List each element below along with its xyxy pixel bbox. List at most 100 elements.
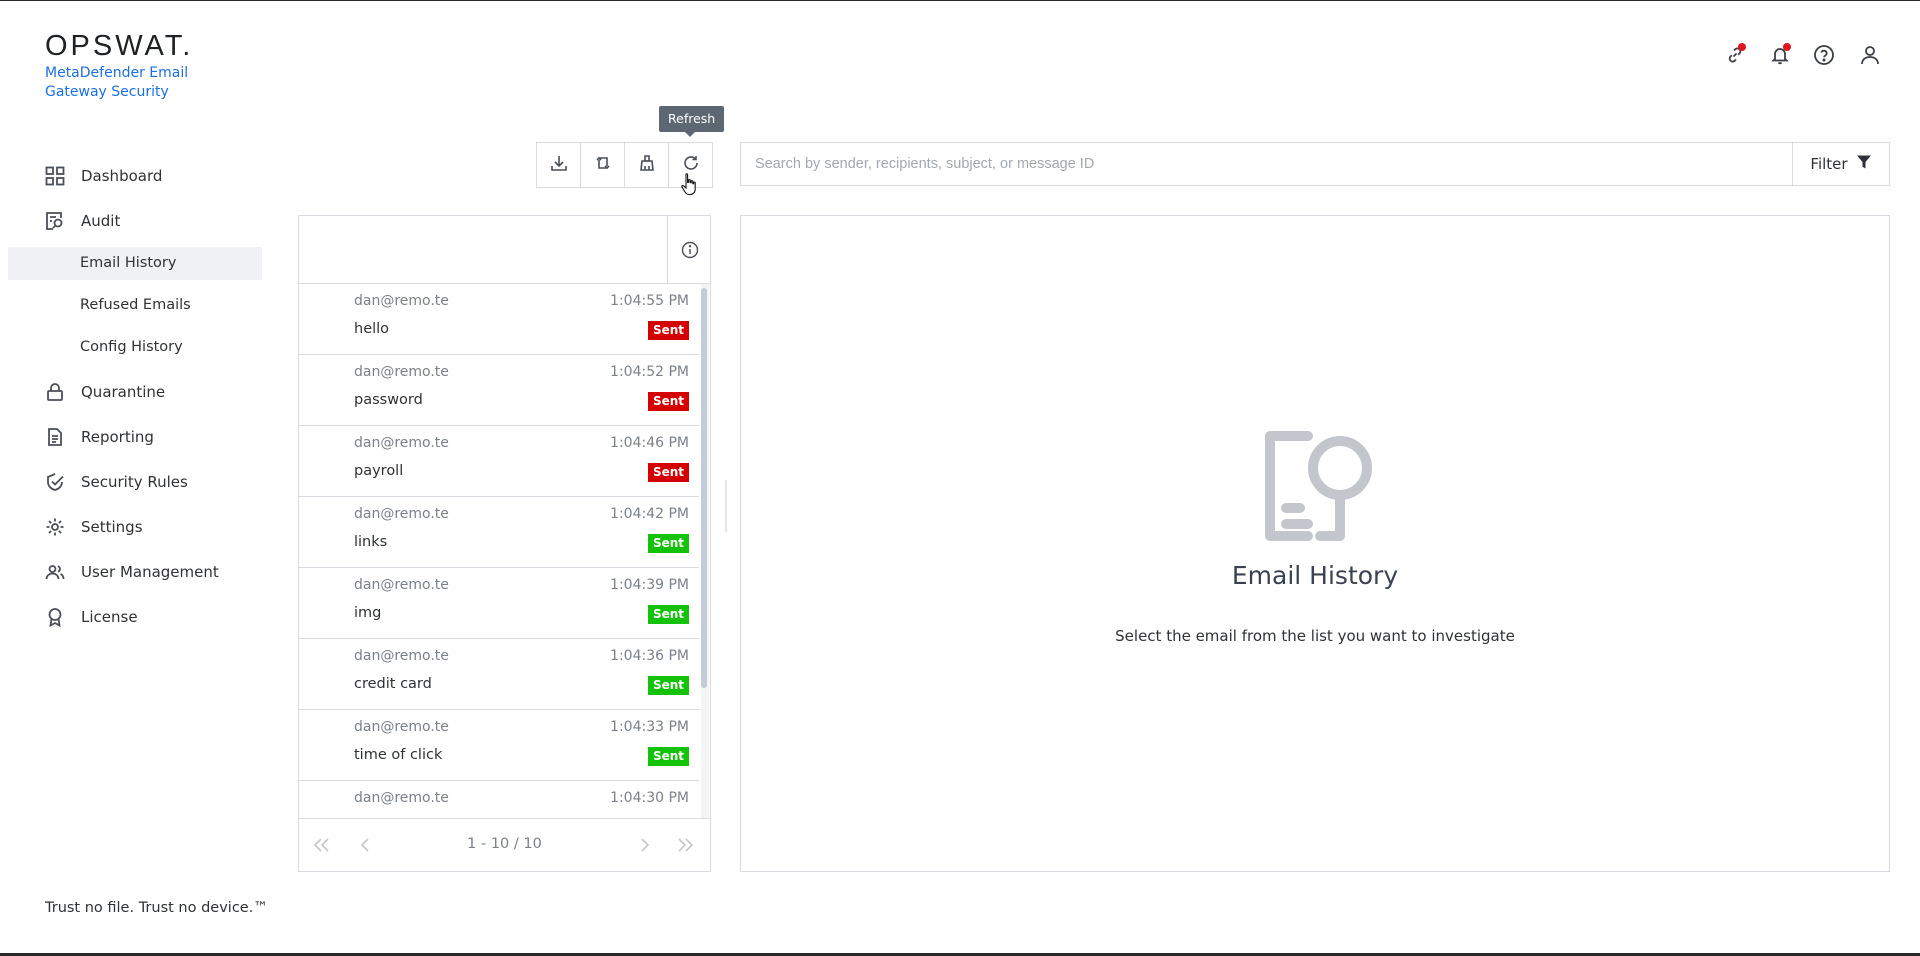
last-page-button[interactable]: [674, 835, 696, 857]
sidebar-item-settings[interactable]: Settings: [8, 504, 262, 549]
sidebar-item-user-management[interactable]: User Management: [8, 549, 262, 594]
filter-button[interactable]: Filter: [1792, 143, 1889, 185]
download-button[interactable]: [537, 143, 581, 187]
info-icon[interactable]: [679, 239, 701, 261]
status-badge: Sent: [647, 747, 689, 766]
audit-icon: [45, 211, 65, 231]
status-badge: Sent: [647, 605, 689, 624]
email-timestamp: 1:04:30 PM: [610, 790, 689, 806]
user-icon[interactable]: [1858, 43, 1882, 67]
opswat-logo[interactable]: OPSWAT.: [45, 30, 193, 63]
scrollbar-thumb[interactable]: [701, 288, 707, 688]
sidebar-item-label: Security Rules: [81, 472, 188, 491]
email-list-item[interactable]: dan@remo.te 1:04:36 PM credit card Sent: [299, 639, 699, 710]
sidebar-item-email-history[interactable]: Email History: [8, 247, 262, 280]
email-timestamp: 1:04:52 PM: [610, 364, 689, 380]
notification-dot: [1738, 43, 1746, 51]
status-badge: Sent: [647, 321, 689, 340]
chevron-right-icon: [639, 837, 651, 856]
email-subject: password: [354, 392, 423, 408]
email-timestamp: 1:04:36 PM: [610, 648, 689, 664]
sender-address: dan@remo.te: [354, 435, 449, 451]
download-icon: [550, 154, 568, 176]
sidebar-item-refused-emails[interactable]: Refused Emails: [8, 285, 262, 327]
pagination: 1 - 10 / 10: [299, 818, 710, 872]
clean-button[interactable]: [625, 143, 669, 187]
gear-icon: [45, 517, 65, 537]
users-icon: [45, 562, 65, 582]
sidebar-item-label: License: [81, 607, 138, 626]
email-list-item[interactable]: dan@remo.te 1:04:52 PM password Sent: [299, 355, 699, 426]
swap-icon: [594, 154, 612, 176]
sidebar-item-label: Dashboard: [81, 166, 163, 185]
status-badge: Sent: [647, 392, 689, 411]
search-bar: Filter: [740, 142, 1890, 186]
email-timestamp: 1:04:42 PM: [610, 506, 689, 522]
email-list-item[interactable]: dan@remo.te 1:04:46 PM payroll Sent: [299, 426, 699, 497]
email-list-item[interactable]: dan@remo.te 1:04:55 PM hello Sent: [299, 284, 699, 355]
sender-address: dan@remo.te: [354, 364, 449, 380]
filter-icon: [1856, 154, 1872, 174]
header-divider: [667, 216, 668, 283]
notification-dot: [1783, 43, 1791, 51]
email-list-item[interactable]: dan@remo.te 1:04:33 PM time of click Sent: [299, 710, 699, 781]
list-header: [299, 216, 710, 284]
help-icon[interactable]: [1812, 43, 1836, 67]
panel-resize-handle[interactable]: [725, 480, 727, 532]
email-timestamp: 1:04:33 PM: [610, 719, 689, 735]
mouse-cursor-icon: [680, 172, 698, 196]
link-icon[interactable]: [1723, 43, 1747, 67]
sidebar-item-label: Refused Emails: [80, 297, 191, 313]
email-list-panel: dan@remo.te 1:04:55 PM hello Sent dan@remo.t…: [298, 215, 711, 872]
empty-state-description: Select the email from the list you want …: [1115, 627, 1515, 645]
search-input[interactable]: [741, 143, 1792, 185]
status-badge: Sent: [647, 534, 689, 553]
email-subject: payroll: [354, 463, 404, 479]
sender-address: dan@remo.te: [354, 293, 449, 309]
email-detail-panel: Email History Select the email from the …: [740, 215, 1890, 872]
sidebar-item-label: Settings: [81, 517, 143, 536]
email-list-item[interactable]: dan@remo.te 1:04:39 PM img Sent: [299, 568, 699, 639]
sidebar-nav: Dashboard Audit Email History Refused Em…: [8, 153, 262, 639]
sender-address: dan@remo.te: [354, 506, 449, 522]
email-subject: img: [354, 605, 382, 621]
email-timestamp: 1:04:46 PM: [610, 435, 689, 451]
sidebar-item-dashboard[interactable]: Dashboard: [8, 153, 262, 198]
window-top-border: [0, 0, 1920, 1]
sender-address: dan@remo.te: [354, 719, 449, 735]
email-list-item[interactable]: dan@remo.te 1:04:42 PM links Sent: [299, 497, 699, 568]
shield-check-icon: [45, 472, 65, 492]
sidebar-item-label: Quarantine: [81, 382, 166, 401]
dashboard-grid-icon: [45, 166, 65, 186]
sidebar-item-quarantine[interactable]: Quarantine: [8, 369, 262, 414]
email-subject: credit card: [354, 676, 432, 692]
sidebar-item-config-history[interactable]: Config History: [8, 327, 262, 369]
next-page-button[interactable]: [634, 835, 656, 857]
sidebar-item-reporting[interactable]: Reporting: [8, 414, 262, 459]
bell-icon[interactable]: [1768, 43, 1792, 67]
sender-address: dan@remo.te: [354, 648, 449, 664]
sidebar-item-label: Audit: [81, 211, 121, 230]
email-subject: hello: [354, 321, 390, 337]
sidebar-item-label: Config History: [80, 339, 183, 355]
lock-icon: [45, 382, 65, 402]
sidebar-item-license[interactable]: License: [8, 594, 262, 639]
email-timestamp: 1:04:39 PM: [610, 577, 689, 593]
swap-button[interactable]: [581, 143, 625, 187]
sidebar-item-security-rules[interactable]: Security Rules: [8, 459, 262, 504]
sidebar-item-label: User Management: [81, 562, 219, 581]
document-icon: [45, 427, 65, 447]
award-icon: [45, 607, 65, 627]
sender-address: dan@remo.te: [354, 577, 449, 593]
sidebar-item-label: Reporting: [81, 427, 154, 446]
email-subject: time of click: [354, 747, 443, 763]
status-badge: Sent: [647, 676, 689, 695]
filter-label: Filter: [1810, 155, 1848, 173]
empty-state-title: Email History: [1231, 561, 1399, 590]
status-badge: Sent: [647, 463, 689, 482]
product-name: MetaDefender Email Gateway Security: [45, 65, 189, 100]
email-list-item[interactable]: dan@remo.te1:04:30 PMconfidentialSent: [299, 781, 699, 818]
sidebar-item-audit[interactable]: Audit: [8, 198, 262, 243]
refresh-tooltip: Refresh: [659, 106, 725, 137]
email-subject: links: [354, 534, 388, 550]
